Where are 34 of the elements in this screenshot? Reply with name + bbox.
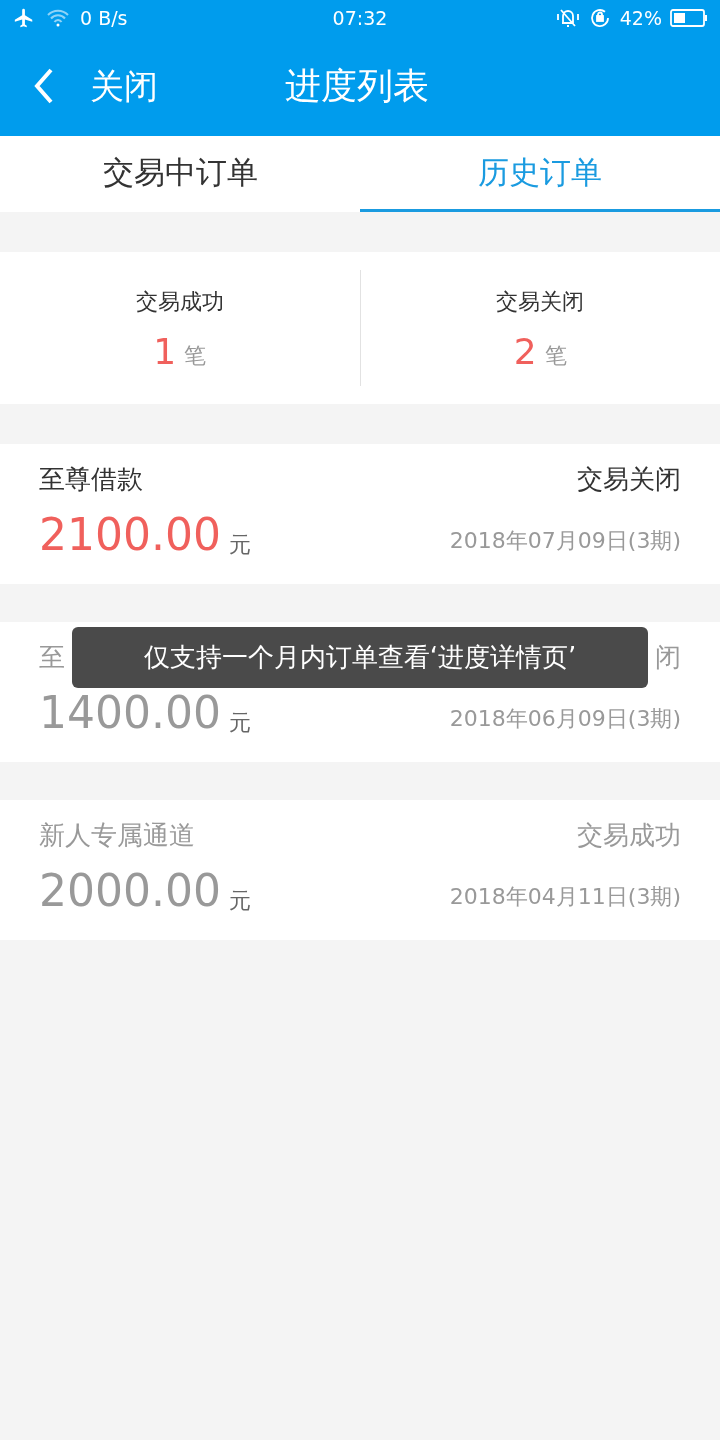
order-date: 2018年07月09日(3期) — [449, 527, 681, 555]
order-date: 2018年04月11日(3期) — [449, 883, 681, 911]
order-amount: 2000.00 — [39, 865, 221, 917]
network-speed: 0 B/s — [80, 5, 128, 31]
wifi-icon — [46, 8, 70, 28]
tab[interactable]: 交易中订单 — [0, 136, 360, 212]
muted-bell-icon — [555, 7, 580, 29]
order-name: 至尊借款 — [39, 463, 143, 496]
order-date: 2018年06月09日(3期) — [449, 705, 681, 733]
amount-unit: 元 — [228, 887, 251, 915]
summary-label: 交易成功 — [135, 287, 224, 316]
order-name: 新人专属通道 — [39, 819, 195, 852]
battery-icon — [670, 8, 708, 28]
tab[interactable]: 历史订单 — [360, 136, 720, 212]
amount-unit: 元 — [228, 709, 251, 737]
order-amount: 2100.00 — [39, 509, 221, 561]
count-unit: 笔 — [544, 341, 567, 370]
toast: 仅支持一个月内订单查看‘进度详情页’ — [72, 627, 648, 688]
summary-count: 1 — [153, 331, 177, 372]
order-amount: 1400.00 — [39, 687, 221, 739]
order-status: 交易关闭 — [577, 463, 681, 496]
order-card[interactable]: 至尊借款 交易关闭 2100.00 元 2018年07月09日(3期) — [0, 444, 720, 584]
order-status: 交易成功 — [577, 819, 681, 852]
order-name: 至 — [39, 641, 65, 674]
clock: 07:32 — [331, 5, 389, 31]
summary-count: 2 — [513, 331, 537, 372]
page-title: 进度列表 — [285, 64, 429, 108]
amount-unit: 元 — [228, 531, 251, 559]
count-unit: 笔 — [184, 341, 207, 370]
close-button[interactable]: 关闭 — [0, 60, 158, 112]
order-status: 闭 — [655, 641, 681, 674]
back-icon — [34, 68, 54, 104]
summary-label: 交易关闭 — [496, 287, 585, 316]
battery-percent: 42% — [619, 5, 662, 31]
